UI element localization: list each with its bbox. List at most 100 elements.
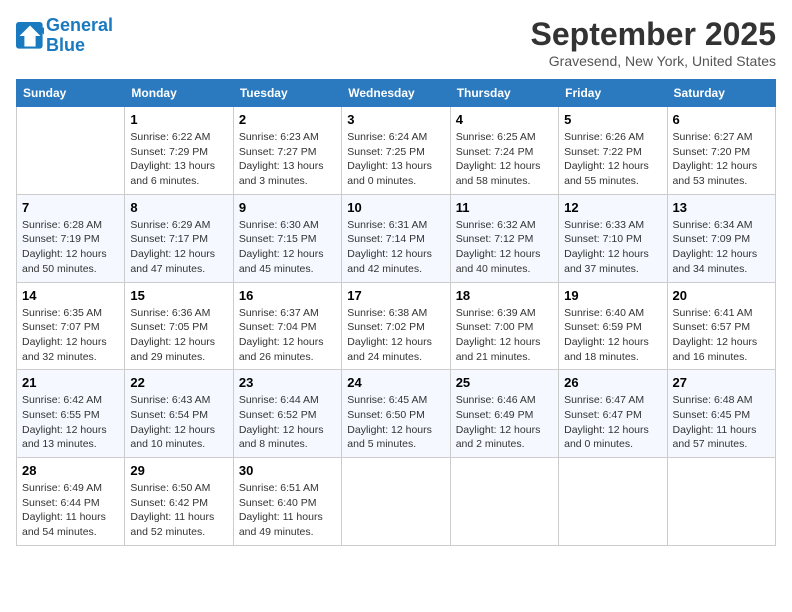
day-cell: 30 Sunrise: 6:51 AMSunset: 6:40 PMDayligh… [233,458,341,546]
day-number: 25 [456,375,553,390]
day-number: 22 [130,375,227,390]
day-number: 30 [239,463,336,478]
day-info: Sunrise: 6:23 AMSunset: 7:27 PMDaylight:… [239,130,336,189]
day-number: 15 [130,288,227,303]
logo-icon [16,22,44,50]
day-number: 10 [347,200,444,215]
day-info: Sunrise: 6:40 AMSunset: 6:59 PMDaylight:… [564,306,661,365]
day-cell [559,458,667,546]
title-area: September 2025 Gravesend, New York, Unit… [531,16,776,69]
day-number: 24 [347,375,444,390]
day-cell: 28Sunrise: 6:49 AMSunset: 6:44 PMDayligh… [17,458,125,546]
weekday-header-monday: Monday [125,80,233,107]
weekday-header-row: SundayMondayTuesdayWednesdayThursdayFrid… [17,80,776,107]
day-cell: 26 Sunrise: 6:47 AMSunset: 6:47 PMDayligh… [559,370,667,458]
day-info: Sunrise: 6:30 AMSunset: 7:15 PMDaylight:… [239,218,336,277]
day-cell: 27 Sunrise: 6:48 AMSunset: 6:45 PMDayligh… [667,370,775,458]
day-number: 12 [564,200,661,215]
calendar-body: 1 Sunrise: 6:22 AMSunset: 7:29 PMDaylight… [17,107,776,546]
day-number: 20 [673,288,770,303]
day-cell: 2Sunrise: 6:23 AMSunset: 7:27 PMDaylight… [233,107,341,195]
day-number: 5 [564,112,661,127]
day-cell: 4 Sunrise: 6:25 AMSunset: 7:24 PMDaylight… [450,107,558,195]
day-info: Sunrise: 6:51 AMSunset: 6:40 PMDaylight:… [239,481,336,540]
day-info: Sunrise: 6:48 AMSunset: 6:45 PMDaylight:… [673,393,770,452]
day-cell: 29Sunrise: 6:50 AMSunset: 6:42 PMDayligh… [125,458,233,546]
day-number: 28 [22,463,119,478]
day-info: Sunrise: 6:34 AMSunset: 7:09 PMDaylight:… [673,218,770,277]
day-number: 1 [130,112,227,127]
day-cell [450,458,558,546]
day-number: 18 [456,288,553,303]
day-cell: 8Sunrise: 6:29 AMSunset: 7:17 PMDaylight… [125,194,233,282]
day-cell: 22Sunrise: 6:43 AMSunset: 6:54 PMDayligh… [125,370,233,458]
day-info: Sunrise: 6:27 AMSunset: 7:20 PMDaylight:… [673,130,770,189]
day-cell: 14 Sunrise: 6:35 AMSunset: 7:07 PMDayligh… [17,282,125,370]
location: Gravesend, New York, United States [531,53,776,69]
day-number: 16 [239,288,336,303]
day-info: Sunrise: 6:45 AMSunset: 6:50 PMDaylight:… [347,393,444,452]
day-cell: 9Sunrise: 6:30 AMSunset: 7:15 PMDaylight… [233,194,341,282]
day-number: 17 [347,288,444,303]
day-info: Sunrise: 6:33 AMSunset: 7:10 PMDaylight:… [564,218,661,277]
day-number: 23 [239,375,336,390]
week-row-3: 14 Sunrise: 6:35 AMSunset: 7:07 PMDayligh… [17,282,776,370]
day-cell: 16 Sunrise: 6:37 AMSunset: 7:04 PMDayligh… [233,282,341,370]
day-cell: 21Sunrise: 6:42 AMSunset: 6:55 PMDayligh… [17,370,125,458]
day-info: Sunrise: 6:35 AMSunset: 7:07 PMDaylight:… [22,306,119,365]
day-cell: 15 Sunrise: 6:36 AMSunset: 7:05 PMDayligh… [125,282,233,370]
day-info: Sunrise: 6:25 AMSunset: 7:24 PMDaylight:… [456,130,553,189]
weekday-header-wednesday: Wednesday [342,80,450,107]
day-cell [17,107,125,195]
day-cell: 17 Sunrise: 6:38 AMSunset: 7:02 PMDayligh… [342,282,450,370]
week-row-5: 28Sunrise: 6:49 AMSunset: 6:44 PMDayligh… [17,458,776,546]
day-cell: 24 Sunrise: 6:45 AMSunset: 6:50 PMDayligh… [342,370,450,458]
day-info: Sunrise: 6:32 AMSunset: 7:12 PMDaylight:… [456,218,553,277]
day-cell: 25 Sunrise: 6:46 AMSunset: 6:49 PMDayligh… [450,370,558,458]
day-number: 21 [22,375,119,390]
week-row-4: 21Sunrise: 6:42 AMSunset: 6:55 PMDayligh… [17,370,776,458]
day-cell: 3Sunrise: 6:24 AMSunset: 7:25 PMDaylight… [342,107,450,195]
day-info: Sunrise: 6:38 AMSunset: 7:02 PMDaylight:… [347,306,444,365]
day-number: 26 [564,375,661,390]
day-info: Sunrise: 6:24 AMSunset: 7:25 PMDaylight:… [347,130,444,189]
day-info: Sunrise: 6:46 AMSunset: 6:49 PMDaylight:… [456,393,553,452]
day-info: Sunrise: 6:47 AMSunset: 6:47 PMDaylight:… [564,393,661,452]
week-row-2: 7 Sunrise: 6:28 AMSunset: 7:19 PMDaylight… [17,194,776,282]
day-number: 7 [22,200,119,215]
day-cell: 10 Sunrise: 6:31 AMSunset: 7:14 PMDayligh… [342,194,450,282]
day-number: 19 [564,288,661,303]
day-number: 4 [456,112,553,127]
day-cell: 19 Sunrise: 6:40 AMSunset: 6:59 PMDayligh… [559,282,667,370]
day-info: Sunrise: 6:37 AMSunset: 7:04 PMDaylight:… [239,306,336,365]
day-number: 8 [130,200,227,215]
day-info: Sunrise: 6:39 AMSunset: 7:00 PMDaylight:… [456,306,553,365]
weekday-header-tuesday: Tuesday [233,80,341,107]
month-title: September 2025 [531,16,776,53]
day-cell: 13Sunrise: 6:34 AMSunset: 7:09 PMDayligh… [667,194,775,282]
calendar-table: SundayMondayTuesdayWednesdayThursdayFrid… [16,79,776,546]
day-info: Sunrise: 6:31 AMSunset: 7:14 PMDaylight:… [347,218,444,277]
day-cell: 18 Sunrise: 6:39 AMSunset: 7:00 PMDayligh… [450,282,558,370]
logo: General Blue [16,16,113,56]
day-info: Sunrise: 6:36 AMSunset: 7:05 PMDaylight:… [130,306,227,365]
day-cell: 12 Sunrise: 6:33 AMSunset: 7:10 PMDayligh… [559,194,667,282]
day-cell: 11 Sunrise: 6:32 AMSunset: 7:12 PMDayligh… [450,194,558,282]
day-info: Sunrise: 6:26 AMSunset: 7:22 PMDaylight:… [564,130,661,189]
day-cell: 7 Sunrise: 6:28 AMSunset: 7:19 PMDaylight… [17,194,125,282]
logo-text: General Blue [46,16,113,56]
day-number: 14 [22,288,119,303]
day-cell: 6 Sunrise: 6:27 AMSunset: 7:20 PMDaylight… [667,107,775,195]
day-cell: 1 Sunrise: 6:22 AMSunset: 7:29 PMDaylight… [125,107,233,195]
weekday-header-saturday: Saturday [667,80,775,107]
day-number: 6 [673,112,770,127]
day-info: Sunrise: 6:41 AMSunset: 6:57 PMDaylight:… [673,306,770,365]
page-header: General Blue September 2025 Gravesend, N… [16,16,776,69]
day-number: 27 [673,375,770,390]
day-cell [342,458,450,546]
day-cell: 20 Sunrise: 6:41 AMSunset: 6:57 PMDayligh… [667,282,775,370]
day-info: Sunrise: 6:22 AMSunset: 7:29 PMDaylight:… [130,130,227,189]
day-info: Sunrise: 6:28 AMSunset: 7:19 PMDaylight:… [22,218,119,277]
day-number: 11 [456,200,553,215]
week-row-1: 1 Sunrise: 6:22 AMSunset: 7:29 PMDaylight… [17,107,776,195]
